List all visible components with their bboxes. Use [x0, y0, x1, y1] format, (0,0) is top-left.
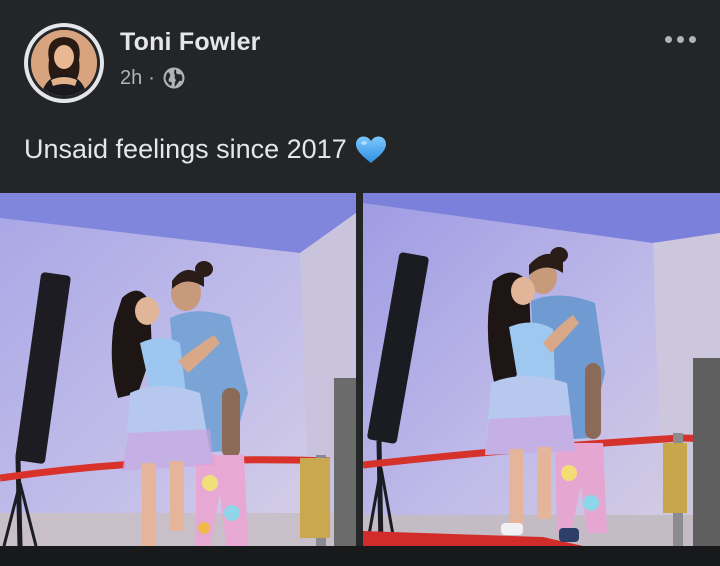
post-footer-divider [0, 546, 720, 566]
post-timestamp[interactable]: 2h [120, 67, 142, 90]
more-options-button[interactable] [658, 24, 702, 54]
more-options-dot [688, 35, 696, 43]
post-caption: Unsaid feelings since 2017 [24, 134, 387, 165]
post-photo-2[interactable] [363, 193, 720, 546]
photo-2-illustration [363, 193, 720, 546]
blue-heart-icon [355, 135, 387, 165]
meta-separator: · [148, 66, 155, 89]
more-options-dot [676, 35, 684, 43]
avatar-portrait [31, 30, 97, 96]
post-header: Toni Fowler 2h · [0, 0, 720, 110]
avatar-image [31, 30, 97, 96]
profile-avatar[interactable] [24, 23, 104, 103]
post-meta: 2h · [120, 66, 186, 90]
author-name[interactable]: Toni Fowler [120, 28, 261, 57]
photo-1-illustration [0, 193, 356, 546]
avatar-border [28, 27, 100, 99]
more-options-icon [664, 35, 672, 43]
caption-text: Unsaid feelings since 2017 [24, 134, 347, 164]
globe-icon[interactable] [162, 66, 186, 90]
post-photo-1[interactable] [0, 193, 356, 546]
